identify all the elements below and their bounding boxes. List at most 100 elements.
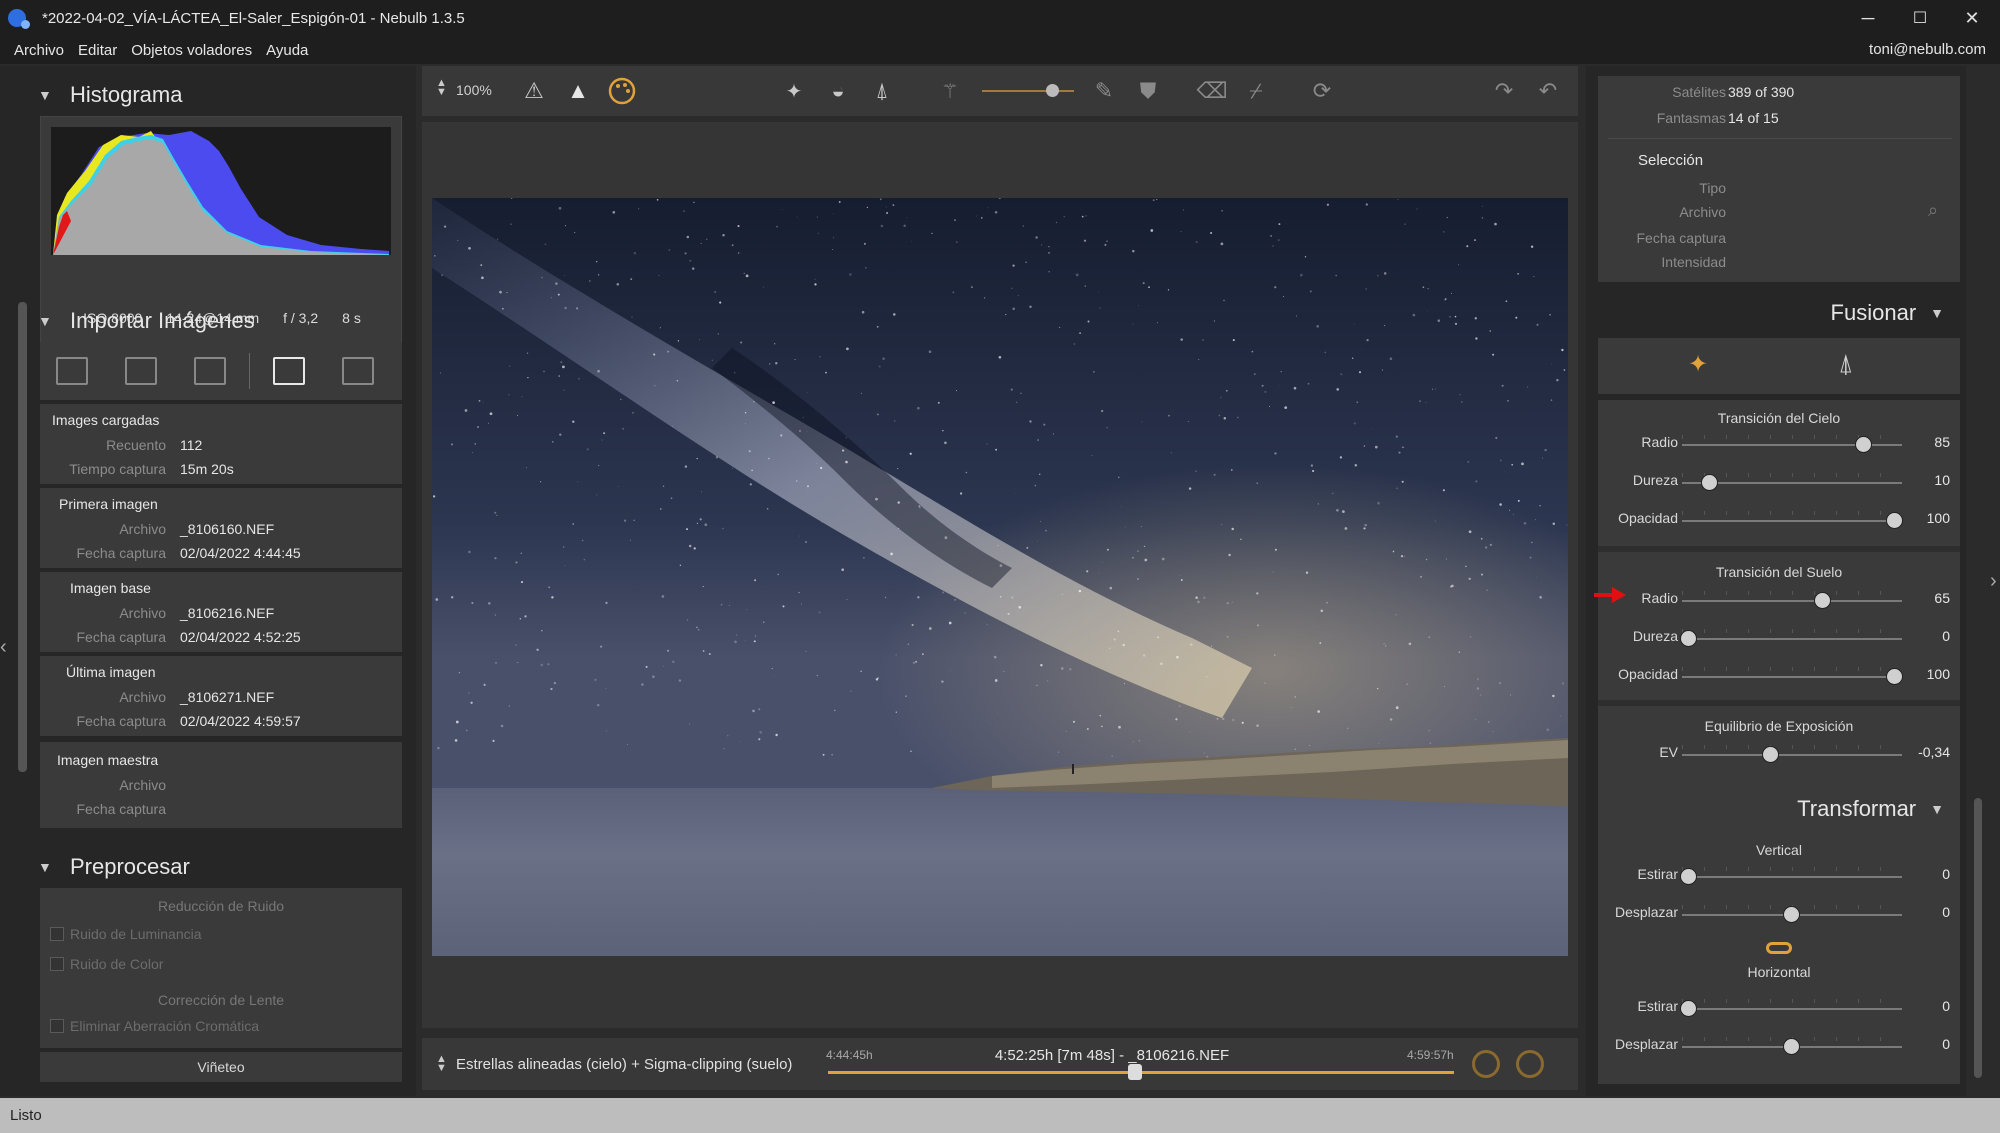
warning-outline-icon[interactable]: ⚠ <box>518 76 550 106</box>
import-folder-icon[interactable] <box>125 357 157 385</box>
tower-icon[interactable]: ⍋ <box>866 76 898 106</box>
slider-track[interactable] <box>1682 638 1902 640</box>
zoom-arrows-icon[interactable]: ▲ ▼ <box>436 78 447 98</box>
left-scrollbar[interactable] <box>18 302 27 772</box>
slider-track[interactable] <box>1682 876 1902 878</box>
transform-header[interactable]: Transformar ▼ <box>1797 796 1944 822</box>
slider-knob[interactable] <box>1681 1001 1696 1016</box>
star <box>845 460 848 464</box>
star <box>1556 378 1559 382</box>
star <box>807 485 809 488</box>
magic-wand-icon[interactable]: ⚚ <box>934 76 966 106</box>
sky-stars-icon[interactable]: ✦ <box>1688 350 1708 379</box>
menu-archivo[interactable]: Archivo <box>7 42 71 59</box>
checkbox-box[interactable] <box>50 927 64 941</box>
brush-size-slider[interactable] <box>982 90 1074 92</box>
stacking-mode[interactable]: Estrellas alineadas (cielo) + Sigma-clip… <box>456 1056 792 1073</box>
menu-editar[interactable]: Editar <box>71 42 124 59</box>
star <box>1223 417 1227 420</box>
slider-knob[interactable] <box>1887 513 1902 528</box>
star <box>1307 382 1310 385</box>
import-header[interactable]: ▼ Importar Imágenes <box>38 306 255 336</box>
palette-icon[interactable] <box>606 76 638 106</box>
right-scrollbar[interactable] <box>1974 798 1982 1078</box>
star <box>1501 384 1504 387</box>
import-landscape-image-icon[interactable] <box>273 357 305 385</box>
merge-header[interactable]: Fusionar ▼ <box>1831 300 1944 326</box>
refresh-icon[interactable]: ⟳ <box>1306 76 1338 106</box>
mode-arrows-icon[interactable]: ▲ ▼ <box>436 1054 447 1074</box>
broom-icon[interactable]: ⌿ <box>1240 76 1272 106</box>
slider-track[interactable] <box>1682 754 1902 756</box>
star <box>976 215 978 217</box>
milky-way-photo[interactable] <box>432 198 1568 956</box>
slider-value[interactable]: 10 <box>1934 472 1950 488</box>
checkbox-box[interactable] <box>50 1019 64 1033</box>
bucket-icon[interactable]: ⛊ <box>1132 76 1164 106</box>
slider-label: Opacidad <box>1618 510 1678 526</box>
collapse-left-icon[interactable]: ‹ <box>0 636 12 659</box>
slider-value[interactable]: 85 <box>1934 434 1950 450</box>
vignette-group[interactable]: Viñeteo <box>40 1052 402 1082</box>
slider-knob[interactable] <box>1784 1039 1799 1054</box>
checkbox-box[interactable] <box>50 957 64 971</box>
collapse-right-icon[interactable]: › <box>1990 570 1997 593</box>
slider-value[interactable]: 0 <box>1942 628 1950 644</box>
slider-value[interactable]: -0,34 <box>1918 744 1950 760</box>
redo-icon[interactable]: ↷ <box>1488 76 1520 106</box>
user-account[interactable]: toni@nebulb.com <box>1869 41 1986 58</box>
slider-knob[interactable] <box>1701 475 1717 490</box>
slider-track[interactable] <box>1682 676 1902 678</box>
undo-icon[interactable]: ↶ <box>1532 76 1564 106</box>
slider-value[interactable]: 100 <box>1927 510 1950 526</box>
slider-value[interactable]: 65 <box>1934 590 1950 606</box>
minimize-button[interactable]: ─ <box>1842 0 1894 36</box>
color-noise-checkbox[interactable]: Ruido de Color <box>50 956 163 972</box>
link-icon[interactable] <box>1766 942 1792 954</box>
close-button[interactable]: ✕ <box>1946 0 1998 36</box>
slider-track[interactable] <box>1682 1008 1902 1010</box>
clock-back-icon[interactable] <box>1516 1050 1544 1078</box>
slider-track[interactable] <box>1682 600 1902 602</box>
import-master-icon[interactable] <box>342 357 374 385</box>
chromatic-aberration-checkbox[interactable]: Eliminar Aberración Cromática <box>50 1018 259 1034</box>
slider-knob[interactable] <box>1784 907 1799 922</box>
star <box>842 449 845 452</box>
clock-forward-icon[interactable] <box>1472 1050 1500 1078</box>
star <box>1107 659 1109 661</box>
brush-icon[interactable]: ✎ <box>1088 76 1120 106</box>
star <box>1552 522 1556 525</box>
maximize-button[interactable]: ☐ <box>1894 0 1946 36</box>
histogram-header[interactable]: ▼ Histograma <box>38 80 182 110</box>
slider-track[interactable] <box>1682 520 1902 522</box>
slider-value[interactable]: 0 <box>1942 998 1950 1014</box>
slider-value[interactable]: 0 <box>1942 904 1950 920</box>
star <box>903 224 906 228</box>
slider-value[interactable]: 0 <box>1942 866 1950 882</box>
slider-knob[interactable] <box>1814 593 1830 608</box>
luminance-noise-checkbox[interactable]: Ruido de Luminancia <box>50 926 202 942</box>
star <box>1363 445 1366 447</box>
timeline-knob[interactable] <box>1127 1064 1142 1080</box>
stars-icon[interactable]: ✦ <box>778 76 810 106</box>
slider-knob[interactable] <box>1681 869 1696 884</box>
star <box>1427 310 1428 312</box>
zoom-level[interactable]: 100% <box>456 82 492 98</box>
search-zoom-icon[interactable]: ⌕ <box>1928 200 1938 221</box>
slider-knob[interactable] <box>1681 631 1696 646</box>
brush-size-knob[interactable] <box>1046 84 1059 97</box>
menu-objetos-voladores[interactable]: Objetos voladores <box>124 42 259 59</box>
eraser-icon[interactable]: ⌫ <box>1196 76 1228 106</box>
import-sky-images-icon[interactable] <box>56 357 88 385</box>
import-stack-icon[interactable] <box>194 357 226 385</box>
slider-knob[interactable] <box>1856 437 1872 452</box>
menu-ayuda[interactable]: Ayuda <box>259 42 315 59</box>
slider-value[interactable]: 0 <box>1942 1036 1950 1052</box>
slider-knob[interactable] <box>1887 669 1902 684</box>
preprocess-header[interactable]: ▼ Preprocesar <box>38 852 190 882</box>
planet-icon[interactable]: ◒ <box>822 76 854 106</box>
warning-filled-icon[interactable]: ▲ <box>562 76 594 106</box>
slider-value[interactable]: 100 <box>1927 666 1950 682</box>
ground-tower-icon[interactable]: ⍋ <box>1838 348 1854 380</box>
slider-knob[interactable] <box>1763 747 1779 762</box>
